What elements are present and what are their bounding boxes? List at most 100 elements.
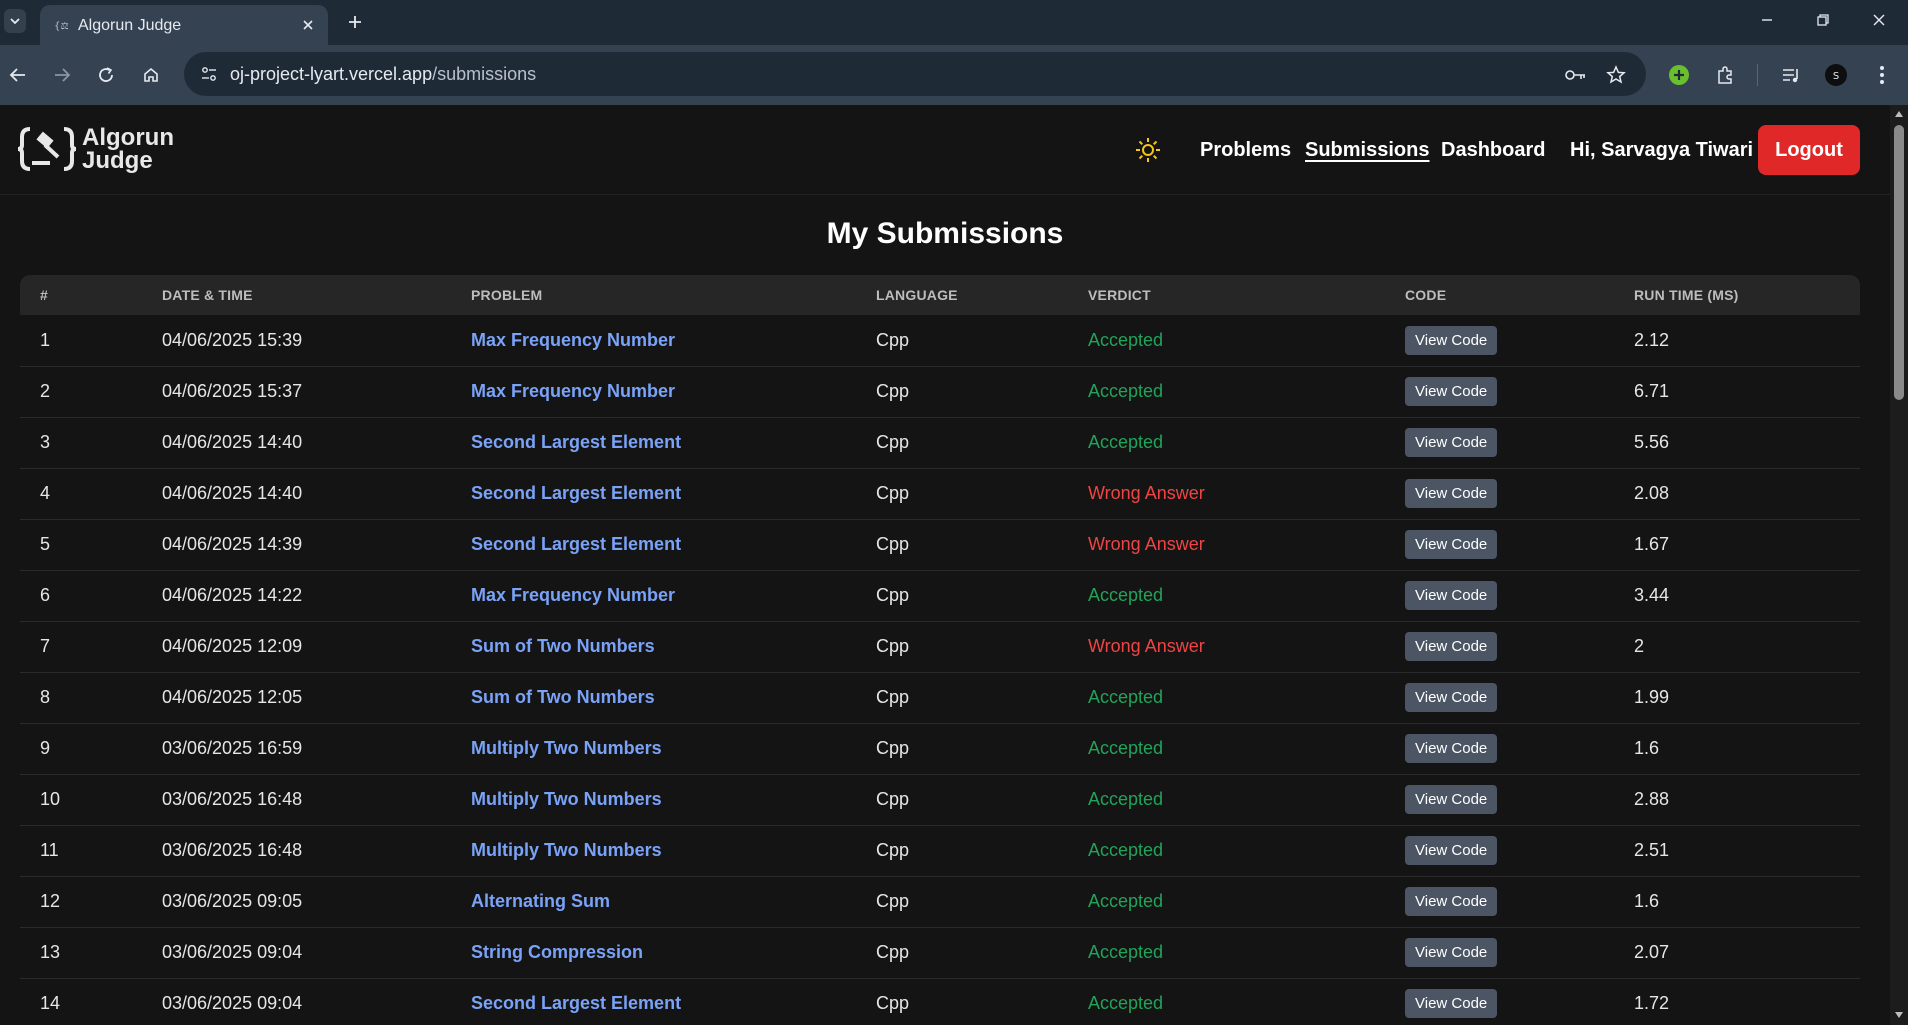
view-code-button[interactable]: View Code [1405, 325, 1498, 355]
cell-number: 11 [40, 840, 59, 860]
site-settings-icon[interactable] [198, 64, 220, 84]
new-tab-plus-icon[interactable] [342, 9, 368, 35]
cell-problem-link[interactable]: Multiply Two Numbers [451, 825, 856, 876]
nav-problems[interactable]: Problems [1200, 139, 1291, 162]
col-header-language: LANGUAGE [876, 287, 958, 303]
browser-tab-active[interactable]: {⚖} Algorun Judge [40, 5, 328, 45]
view-code-button[interactable]: View Code [1405, 479, 1498, 508]
forward-arrow-icon[interactable] [48, 61, 76, 89]
cell-verdict: Wrong Answer [1088, 636, 1205, 656]
view-code-button[interactable]: View Code [1405, 836, 1498, 865]
cell-language: Cpp [876, 942, 910, 962]
back-arrow-icon[interactable] [4, 61, 32, 89]
restore-icon[interactable] [1808, 8, 1838, 32]
profile-avatar[interactable]: S [1822, 61, 1850, 89]
view-code-button[interactable]: View Code [1405, 785, 1498, 814]
cell-runtime: 2.07 [1634, 942, 1670, 962]
cell-problem-link[interactable]: Multiply Two Numbers [451, 774, 856, 825]
url-path: /submissions [432, 64, 537, 84]
cell-code: View Code [1385, 468, 1614, 519]
extensions-puzzle-icon[interactable] [1711, 61, 1739, 89]
page-scrollbar[interactable] [1890, 105, 1908, 1025]
nav-submissions[interactable]: Submissions [1305, 139, 1429, 162]
view-code-button[interactable]: View Code [1405, 887, 1498, 916]
sun-icon[interactable] [1134, 136, 1162, 164]
cell-code: View Code [1385, 417, 1614, 468]
home-icon[interactable] [137, 61, 165, 89]
cell-problem-link[interactable]: Max Frequency Number [451, 366, 856, 417]
scroll-up-arrow-icon[interactable] [1894, 109, 1904, 119]
cell-verdict: Accepted [1088, 432, 1164, 452]
cell-datetime: 03/06/2025 16:59 [162, 738, 303, 758]
extension-green-icon[interactable] [1665, 61, 1693, 89]
reload-icon[interactable] [92, 61, 120, 89]
col-header-code: CODE [1405, 287, 1447, 303]
scroll-down-arrow-icon[interactable] [1894, 1010, 1904, 1020]
col-header-datetime: DATE & TIME [162, 287, 253, 303]
cell-verdict: Accepted [1088, 738, 1164, 758]
cell-problem-link[interactable]: Multiply Two Numbers [451, 723, 856, 774]
nav-dashboard[interactable]: Dashboard [1441, 139, 1545, 162]
site-logo[interactable]: Algorun Judge [18, 125, 174, 173]
col-header-verdict: VERDICT [1088, 287, 1151, 303]
table-row: 8 04/06/2025 12:05 Sum of Two Numbers Cpp Ac… [20, 672, 1860, 723]
cell-problem-link[interactable]: Max Frequency Number [451, 570, 856, 621]
cell-language: Cpp [876, 329, 910, 350]
cell-problem-link[interactable]: String Compression [451, 927, 856, 978]
cell-code: View Code [1385, 366, 1614, 417]
view-code-button[interactable]: View Code [1405, 734, 1498, 763]
browser-tabstrip: {⚖} Algorun Judge [0, 0, 1908, 45]
cell-problem-link[interactable]: Second Largest Element [451, 978, 856, 1025]
cell-problem-link[interactable]: Max Frequency Number [451, 315, 856, 366]
minimize-icon[interactable] [1752, 8, 1782, 32]
cell-problem-link[interactable]: Sum of Two Numbers [451, 621, 856, 672]
gavel-brackets-icon [18, 127, 76, 171]
view-code-button[interactable]: View Code [1405, 530, 1498, 559]
cell-language: Cpp [876, 789, 910, 809]
table-row: 13 03/06/2025 09:04 String Compression Cpp A… [20, 927, 1860, 978]
cell-datetime: 04/06/2025 15:37 [162, 381, 303, 401]
tab-search-chevron-icon[interactable] [4, 9, 26, 33]
cell-number: 6 [40, 585, 51, 605]
cell-problem-link[interactable]: Sum of Two Numbers [451, 672, 856, 723]
view-code-button[interactable]: View Code [1405, 683, 1498, 712]
view-code-button[interactable]: View Code [1405, 989, 1498, 1018]
cell-language: Cpp [876, 432, 910, 452]
logo-text: Algorun Judge [82, 126, 174, 173]
view-code-button[interactable]: View Code [1405, 428, 1498, 457]
cell-language: Cpp [876, 381, 910, 401]
view-code-button[interactable]: View Code [1405, 581, 1498, 610]
cell-number: 14 [40, 993, 61, 1013]
view-code-button[interactable]: View Code [1405, 632, 1498, 661]
cell-problem-link[interactable]: Second Largest Element [451, 417, 856, 468]
cell-datetime: 04/06/2025 14:22 [162, 585, 303, 605]
view-code-button[interactable]: View Code [1405, 377, 1498, 406]
cell-code: View Code [1385, 825, 1614, 876]
cell-problem-link[interactable]: Alternating Sum [451, 876, 856, 927]
table-row: 2 04/06/2025 15:37 Max Frequency Number Cpp… [20, 366, 1860, 417]
close-tab-icon[interactable] [298, 15, 318, 35]
cell-runtime: 6.71 [1634, 381, 1670, 401]
table-row: 9 03/06/2025 16:59 Multiply Two Numbers Cpp… [20, 723, 1860, 774]
cell-datetime: 03/06/2025 09:04 [162, 942, 303, 962]
media-queue-icon[interactable] [1777, 61, 1805, 89]
scroll-thumb[interactable] [1894, 125, 1904, 400]
kebab-menu-icon[interactable] [1868, 61, 1896, 89]
cell-number: 7 [40, 636, 51, 656]
cell-runtime: 1.72 [1634, 993, 1670, 1013]
table-row: 10 03/06/2025 16:48 Multiply Two Numbers Cp… [20, 774, 1860, 825]
bookmark-star-icon[interactable] [1604, 64, 1628, 86]
cell-code: View Code [1385, 978, 1614, 1025]
logout-button[interactable]: Logout [1758, 125, 1860, 175]
table-header-row: # DATE & TIME PROBLEM LANGUAGE VERDICT C… [20, 275, 1860, 315]
close-window-icon[interactable] [1864, 8, 1894, 32]
cell-code: View Code [1385, 621, 1614, 672]
cell-language: Cpp [876, 687, 910, 707]
address-bar[interactable]: oj-project-lyart.vercel.app/submissions [184, 52, 1646, 96]
password-key-icon[interactable] [1564, 64, 1588, 86]
view-code-button[interactable]: View Code [1405, 938, 1498, 967]
cell-problem-link[interactable]: Second Largest Element [451, 468, 856, 519]
cell-number: 4 [40, 483, 51, 503]
cell-problem-link[interactable]: Second Largest Element [451, 519, 856, 570]
table-row: 14 03/06/2025 09:04 Second Largest Element… [20, 978, 1860, 1025]
